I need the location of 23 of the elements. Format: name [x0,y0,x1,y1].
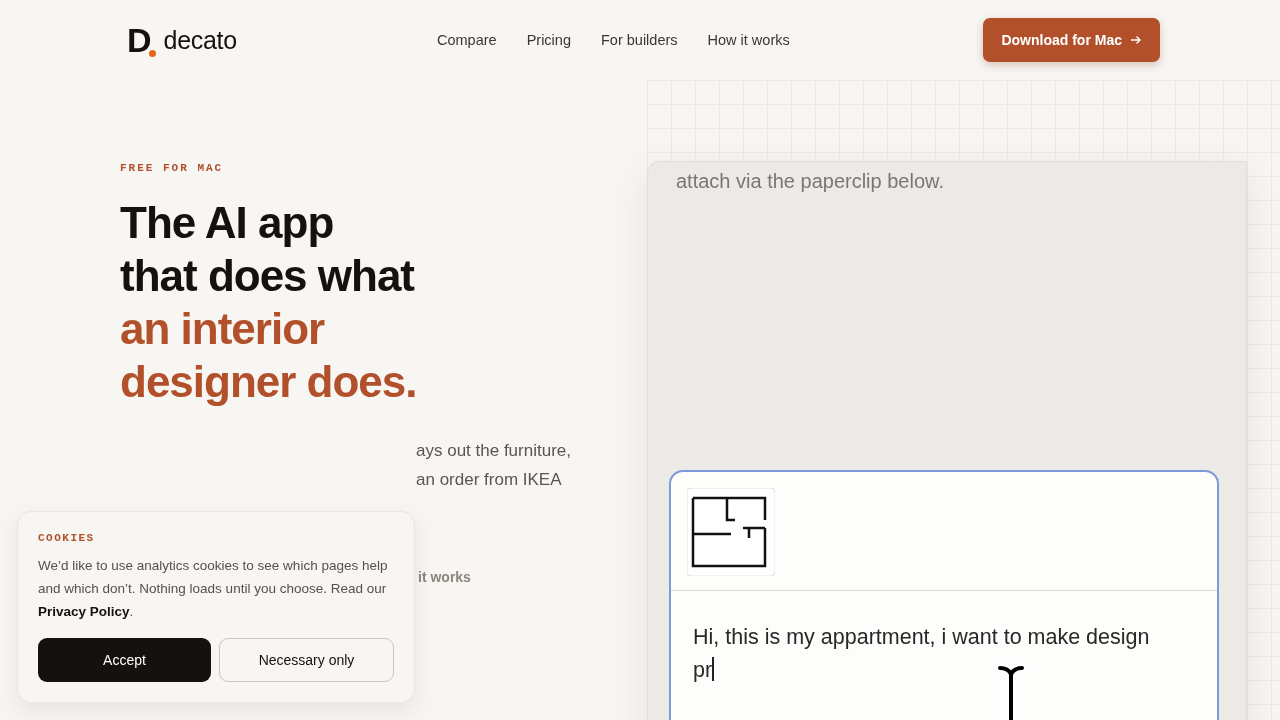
nav-link[interactable]: How it works [707,32,790,48]
chat-composer[interactable]: Hi, this is my appartment, i want to make design pr [669,470,1219,720]
nav-link[interactable]: Pricing [526,32,571,48]
headline-line: designer does. [120,356,418,408]
arrow-right-icon [1130,34,1142,46]
nav-link[interactable]: Compare [437,32,497,48]
necessary-only-button[interactable]: Necessary only [219,638,394,682]
headline-line: that does what [120,250,416,302]
chat-message: attach via the paperclip below. [675,169,945,193]
floor-plan-thumbnail[interactable] [687,488,775,576]
hero-text-line: ays out the furniture, [416,440,572,462]
eyebrow-label: FREE FOR MAC [120,162,225,174]
message-input-text[interactable]: Hi, this is my appartment, i want to make design pr [693,621,1163,687]
nav-link[interactable]: For builders [600,32,678,48]
brand-name[interactable]: decato [163,25,237,55]
cookie-text: We’d like to use analytics cookies to see which pages help and which don’t. Nothing loads until you choose. Read our Privacy Policy. [38,557,389,621]
cookie-title: COOKIES [38,532,96,544]
download-button[interactable]: Download for Mac [983,18,1160,62]
headline-line: The AI app [120,197,335,249]
privacy-policy-link[interactable]: Privacy Policy [38,604,130,619]
accept-button[interactable]: Accept [38,638,211,682]
headline-line: an interior [120,303,326,355]
hero-text-line: an order from IKEA [416,469,563,491]
